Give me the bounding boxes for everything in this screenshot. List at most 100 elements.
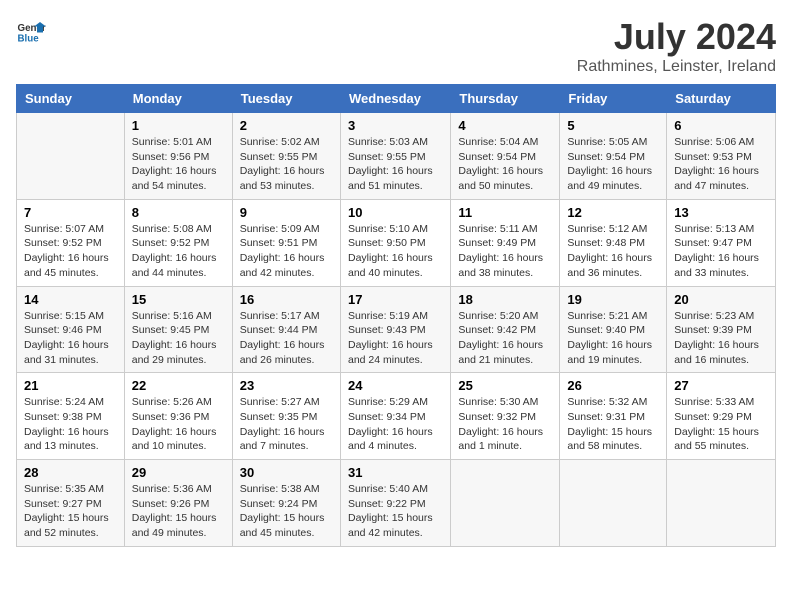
calendar-cell: [17, 113, 125, 200]
day-number: 10: [348, 205, 443, 220]
calendar-cell: 3 Sunrise: 5:03 AMSunset: 9:55 PMDayligh…: [340, 113, 450, 200]
day-number: 4: [458, 118, 552, 133]
day-number: 20: [674, 292, 768, 307]
month-title: July 2024: [577, 16, 776, 58]
calendar-cell: 4 Sunrise: 5:04 AMSunset: 9:54 PMDayligh…: [451, 113, 560, 200]
day-number: 25: [458, 378, 552, 393]
calendar-cell: 23 Sunrise: 5:27 AMSunset: 9:35 PMDaylig…: [232, 373, 340, 460]
day-number: 17: [348, 292, 443, 307]
day-number: 16: [240, 292, 333, 307]
day-info: Sunrise: 5:29 AMSunset: 9:34 PMDaylight:…: [348, 396, 433, 452]
day-info: Sunrise: 5:36 AMSunset: 9:26 PMDaylight:…: [132, 483, 217, 539]
calendar-cell: 17 Sunrise: 5:19 AMSunset: 9:43 PMDaylig…: [340, 286, 450, 373]
svg-text:Blue: Blue: [18, 34, 40, 45]
calendar-cell: 14 Sunrise: 5:15 AMSunset: 9:46 PMDaylig…: [17, 286, 125, 373]
day-number: 31: [348, 465, 443, 480]
day-number: 28: [24, 465, 117, 480]
day-info: Sunrise: 5:24 AMSunset: 9:38 PMDaylight:…: [24, 396, 109, 452]
col-thursday: Thursday: [451, 85, 560, 113]
day-info: Sunrise: 5:38 AMSunset: 9:24 PMDaylight:…: [240, 483, 325, 539]
calendar-cell: 20 Sunrise: 5:23 AMSunset: 9:39 PMDaylig…: [667, 286, 776, 373]
day-info: Sunrise: 5:27 AMSunset: 9:35 PMDaylight:…: [240, 396, 325, 452]
day-info: Sunrise: 5:20 AMSunset: 9:42 PMDaylight:…: [458, 310, 543, 366]
calendar-table: Sunday Monday Tuesday Wednesday Thursday…: [16, 84, 776, 547]
day-info: Sunrise: 5:03 AMSunset: 9:55 PMDaylight:…: [348, 136, 433, 192]
day-info: Sunrise: 5:13 AMSunset: 9:47 PMDaylight:…: [674, 223, 759, 279]
col-wednesday: Wednesday: [340, 85, 450, 113]
day-number: 30: [240, 465, 333, 480]
day-info: Sunrise: 5:40 AMSunset: 9:22 PMDaylight:…: [348, 483, 433, 539]
calendar-cell: 31 Sunrise: 5:40 AMSunset: 9:22 PMDaylig…: [340, 460, 450, 547]
day-number: 3: [348, 118, 443, 133]
calendar-cell: 7 Sunrise: 5:07 AMSunset: 9:52 PMDayligh…: [17, 199, 125, 286]
calendar-week-2: 7 Sunrise: 5:07 AMSunset: 9:52 PMDayligh…: [17, 199, 776, 286]
day-info: Sunrise: 5:35 AMSunset: 9:27 PMDaylight:…: [24, 483, 109, 539]
calendar-cell: 30 Sunrise: 5:38 AMSunset: 9:24 PMDaylig…: [232, 460, 340, 547]
calendar-cell: 25 Sunrise: 5:30 AMSunset: 9:32 PMDaylig…: [451, 373, 560, 460]
day-number: 1: [132, 118, 225, 133]
day-info: Sunrise: 5:12 AMSunset: 9:48 PMDaylight:…: [567, 223, 652, 279]
day-info: Sunrise: 5:07 AMSunset: 9:52 PMDaylight:…: [24, 223, 109, 279]
calendar-cell: 12 Sunrise: 5:12 AMSunset: 9:48 PMDaylig…: [560, 199, 667, 286]
col-monday: Monday: [124, 85, 232, 113]
calendar-cell: 2 Sunrise: 5:02 AMSunset: 9:55 PMDayligh…: [232, 113, 340, 200]
day-info: Sunrise: 5:01 AMSunset: 9:56 PMDaylight:…: [132, 136, 217, 192]
day-number: 19: [567, 292, 659, 307]
day-number: 15: [132, 292, 225, 307]
calendar-week-4: 21 Sunrise: 5:24 AMSunset: 9:38 PMDaylig…: [17, 373, 776, 460]
logo-icon: General Blue: [16, 16, 46, 46]
calendar-cell: 26 Sunrise: 5:32 AMSunset: 9:31 PMDaylig…: [560, 373, 667, 460]
col-sunday: Sunday: [17, 85, 125, 113]
calendar-week-5: 28 Sunrise: 5:35 AMSunset: 9:27 PMDaylig…: [17, 460, 776, 547]
col-tuesday: Tuesday: [232, 85, 340, 113]
day-number: 5: [567, 118, 659, 133]
day-info: Sunrise: 5:33 AMSunset: 9:29 PMDaylight:…: [674, 396, 759, 452]
day-info: Sunrise: 5:15 AMSunset: 9:46 PMDaylight:…: [24, 310, 109, 366]
calendar-cell: 19 Sunrise: 5:21 AMSunset: 9:40 PMDaylig…: [560, 286, 667, 373]
day-number: 26: [567, 378, 659, 393]
day-number: 24: [348, 378, 443, 393]
day-info: Sunrise: 5:11 AMSunset: 9:49 PMDaylight:…: [458, 223, 543, 279]
calendar-cell: 5 Sunrise: 5:05 AMSunset: 9:54 PMDayligh…: [560, 113, 667, 200]
day-number: 7: [24, 205, 117, 220]
calendar-cell: 29 Sunrise: 5:36 AMSunset: 9:26 PMDaylig…: [124, 460, 232, 547]
day-info: Sunrise: 5:32 AMSunset: 9:31 PMDaylight:…: [567, 396, 652, 452]
calendar-cell: 28 Sunrise: 5:35 AMSunset: 9:27 PMDaylig…: [17, 460, 125, 547]
calendar-cell: 10 Sunrise: 5:10 AMSunset: 9:50 PMDaylig…: [340, 199, 450, 286]
day-number: 29: [132, 465, 225, 480]
header-row: Sunday Monday Tuesday Wednesday Thursday…: [17, 85, 776, 113]
col-saturday: Saturday: [667, 85, 776, 113]
day-number: 21: [24, 378, 117, 393]
calendar-week-3: 14 Sunrise: 5:15 AMSunset: 9:46 PMDaylig…: [17, 286, 776, 373]
day-info: Sunrise: 5:02 AMSunset: 9:55 PMDaylight:…: [240, 136, 325, 192]
day-info: Sunrise: 5:04 AMSunset: 9:54 PMDaylight:…: [458, 136, 543, 192]
day-info: Sunrise: 5:16 AMSunset: 9:45 PMDaylight:…: [132, 310, 217, 366]
day-number: 14: [24, 292, 117, 307]
calendar-cell: 16 Sunrise: 5:17 AMSunset: 9:44 PMDaylig…: [232, 286, 340, 373]
day-info: Sunrise: 5:09 AMSunset: 9:51 PMDaylight:…: [240, 223, 325, 279]
day-number: 6: [674, 118, 768, 133]
day-info: Sunrise: 5:06 AMSunset: 9:53 PMDaylight:…: [674, 136, 759, 192]
day-number: 8: [132, 205, 225, 220]
day-number: 12: [567, 205, 659, 220]
calendar-cell: [667, 460, 776, 547]
location-subtitle: Rathmines, Leinster, Ireland: [577, 58, 776, 76]
calendar-cell: 15 Sunrise: 5:16 AMSunset: 9:45 PMDaylig…: [124, 286, 232, 373]
calendar-cell: 1 Sunrise: 5:01 AMSunset: 9:56 PMDayligh…: [124, 113, 232, 200]
day-number: 11: [458, 205, 552, 220]
calendar-cell: [560, 460, 667, 547]
day-number: 13: [674, 205, 768, 220]
calendar-cell: 18 Sunrise: 5:20 AMSunset: 9:42 PMDaylig…: [451, 286, 560, 373]
calendar-cell: 22 Sunrise: 5:26 AMSunset: 9:36 PMDaylig…: [124, 373, 232, 460]
day-info: Sunrise: 5:17 AMSunset: 9:44 PMDaylight:…: [240, 310, 325, 366]
day-info: Sunrise: 5:10 AMSunset: 9:50 PMDaylight:…: [348, 223, 433, 279]
calendar-cell: [451, 460, 560, 547]
calendar-cell: 9 Sunrise: 5:09 AMSunset: 9:51 PMDayligh…: [232, 199, 340, 286]
calendar-cell: 13 Sunrise: 5:13 AMSunset: 9:47 PMDaylig…: [667, 199, 776, 286]
day-info: Sunrise: 5:19 AMSunset: 9:43 PMDaylight:…: [348, 310, 433, 366]
day-info: Sunrise: 5:05 AMSunset: 9:54 PMDaylight:…: [567, 136, 652, 192]
calendar-cell: 6 Sunrise: 5:06 AMSunset: 9:53 PMDayligh…: [667, 113, 776, 200]
calendar-cell: 8 Sunrise: 5:08 AMSunset: 9:52 PMDayligh…: [124, 199, 232, 286]
day-info: Sunrise: 5:23 AMSunset: 9:39 PMDaylight:…: [674, 310, 759, 366]
col-friday: Friday: [560, 85, 667, 113]
